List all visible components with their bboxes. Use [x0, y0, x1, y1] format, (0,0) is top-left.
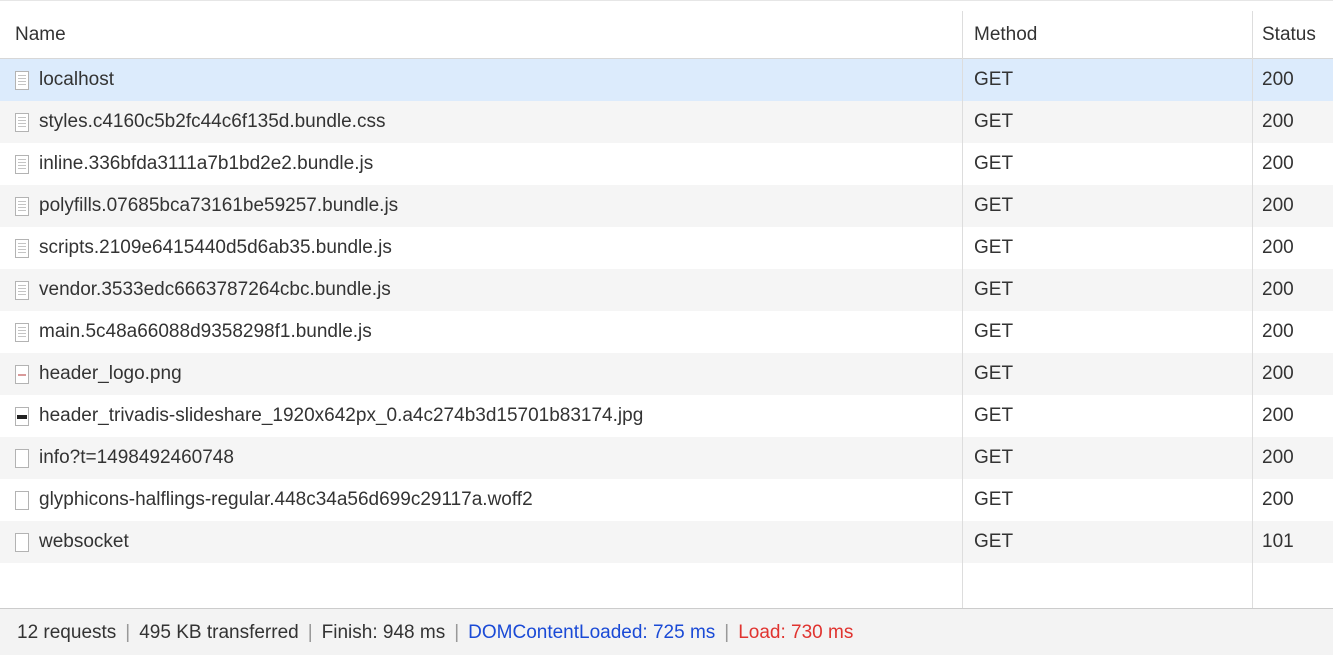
request-method: GET [974, 195, 1014, 216]
request-row[interactable]: inline.336bfda3111a7b1bd2e2.bundle.js GET… [0, 143, 1333, 185]
request-name-cell: header_trivadis-slideshare_1920x642px_0.… [0, 395, 962, 437]
request-name: main.5c48a66088d9358298f1.bundle.js [39, 321, 372, 342]
dom-content-loaded-time: DOMContentLoaded: 725 ms [468, 621, 716, 643]
request-name: inline.336bfda3111a7b1bd2e2.bundle.js [39, 153, 374, 174]
document-icon [15, 70, 29, 90]
request-name-cell: glyphicons-halflings-regular.448c34a56d6… [0, 479, 962, 521]
request-name-cell: scripts.2109e6415440d5d6ab35.bundle.js [0, 227, 962, 269]
request-name-cell: styles.c4160c5b2fc44c6f135d.bundle.css [0, 101, 962, 143]
request-status: 200 [1262, 405, 1294, 426]
request-method: GET [974, 69, 1014, 90]
request-method: GET [974, 111, 1014, 132]
request-name: styles.c4160c5b2fc44c6f135d.bundle.css [39, 111, 386, 132]
document-icon [15, 280, 29, 300]
table-header: Name Method Status [0, 11, 1333, 59]
request-status: 200 [1262, 489, 1294, 510]
image-icon [15, 364, 29, 384]
request-status: 200 [1262, 195, 1294, 216]
request-name: vendor.3533edc6663787264cbc.bundle.js [39, 279, 391, 300]
request-name-cell: localhost [0, 59, 962, 101]
request-name-cell: polyfills.07685bca73161be59257.bundle.js [0, 185, 962, 227]
name-column-header[interactable]: Name [0, 11, 962, 58]
blank-file-icon [15, 532, 29, 552]
request-name-cell: info?t=1498492460748 [0, 437, 962, 479]
request-status: 200 [1262, 447, 1294, 468]
request-status: 200 [1262, 321, 1294, 342]
request-method: GET [974, 279, 1014, 300]
request-method: GET [974, 489, 1014, 510]
request-count: 12 requests [17, 621, 117, 643]
request-status: 200 [1262, 69, 1294, 90]
dark-image-icon [15, 406, 29, 426]
document-icon [15, 112, 29, 132]
document-icon [15, 196, 29, 216]
request-name-cell: main.5c48a66088d9358298f1.bundle.js [0, 311, 962, 353]
request-status: 200 [1262, 237, 1294, 258]
request-method: GET [974, 531, 1014, 552]
request-name: scripts.2109e6415440d5d6ab35.bundle.js [39, 237, 392, 258]
load-time: Load: 730 ms [738, 621, 854, 643]
request-name-cell: header_logo.png [0, 353, 962, 395]
request-method: GET [974, 363, 1014, 384]
request-method: GET [974, 237, 1014, 258]
request-status: 200 [1262, 363, 1294, 384]
requests-table: Name Method Status localhost GET 200 styles… [0, 11, 1333, 608]
summary-bar: 12 requests | 495 KB transferred | Finis… [0, 608, 1333, 655]
document-icon [15, 322, 29, 342]
request-name: polyfills.07685bca73161be59257.bundle.js [39, 195, 399, 216]
request-status: 200 [1262, 153, 1294, 174]
separator: | [307, 621, 313, 643]
document-icon [15, 154, 29, 174]
status-column-header[interactable]: Status [1253, 11, 1333, 58]
request-name: glyphicons-halflings-regular.448c34a56d6… [39, 489, 533, 510]
request-name-cell: websocket [0, 521, 962, 563]
transferred-size: 495 KB transferred [139, 621, 299, 643]
request-name: websocket [39, 531, 129, 552]
blank-file-icon [15, 448, 29, 468]
column-divider[interactable] [962, 11, 963, 608]
request-method: GET [974, 153, 1014, 174]
request-row[interactable]: main.5c48a66088d9358298f1.bundle.js GET 20… [0, 311, 1333, 353]
request-method: GET [974, 321, 1014, 342]
request-name: info?t=1498492460748 [39, 447, 234, 468]
request-row[interactable]: header_trivadis-slideshare_1920x642px_0.… [0, 395, 1333, 437]
request-status: 200 [1262, 111, 1294, 132]
method-column-header[interactable]: Method [963, 11, 1252, 58]
separator: | [125, 621, 131, 643]
request-row[interactable]: info?t=1498492460748 GET 200 [0, 437, 1333, 479]
request-row[interactable]: websocket GET 101 [0, 521, 1333, 563]
network-panel: Name Method Status localhost GET 200 styles… [0, 0, 1333, 655]
request-name-cell: inline.336bfda3111a7b1bd2e2.bundle.js [0, 143, 962, 185]
request-status: 200 [1262, 279, 1294, 300]
request-row[interactable]: vendor.3533edc6663787264cbc.bundle.js GET… [0, 269, 1333, 311]
request-status: 101 [1262, 531, 1294, 552]
request-row[interactable]: styles.c4160c5b2fc44c6f135d.bundle.css GE… [0, 101, 1333, 143]
document-icon [15, 238, 29, 258]
finish-time: Finish: 948 ms [321, 621, 446, 643]
request-name-cell: vendor.3533edc6663787264cbc.bundle.js [0, 269, 962, 311]
separator: | [724, 621, 730, 643]
request-row[interactable]: header_logo.png GET 200 [0, 353, 1333, 395]
blank-file-icon [15, 490, 29, 510]
request-row[interactable]: glyphicons-halflings-regular.448c34a56d6… [0, 479, 1333, 521]
request-name: localhost [39, 69, 114, 90]
request-row[interactable]: localhost GET 200 [0, 59, 1333, 101]
request-row[interactable]: scripts.2109e6415440d5d6ab35.bundle.js GE… [0, 227, 1333, 269]
request-method: GET [974, 405, 1014, 426]
request-rows: localhost GET 200 styles.c4160c5b2fc44c6f13… [0, 59, 1333, 563]
column-divider[interactable] [1252, 11, 1253, 608]
separator: | [454, 621, 460, 643]
request-name: header_logo.png [39, 363, 182, 384]
request-method: GET [974, 447, 1014, 468]
request-row[interactable]: polyfills.07685bca73161be59257.bundle.js… [0, 185, 1333, 227]
request-name: header_trivadis-slideshare_1920x642px_0.… [39, 405, 644, 426]
